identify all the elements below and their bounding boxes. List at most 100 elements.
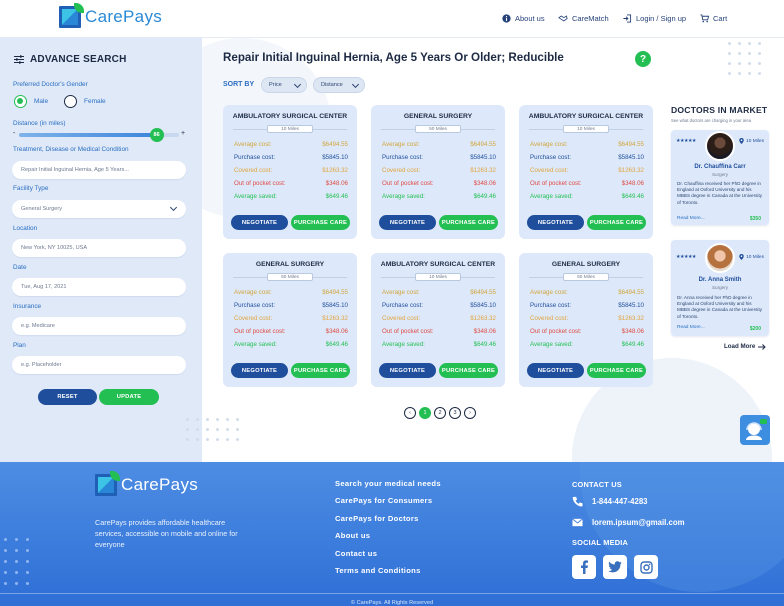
footer-link-contact[interactable]: Contact us (335, 549, 441, 558)
footer-link-search[interactable]: Search your medical needs (335, 479, 441, 488)
insurance-input[interactable]: e.g. Medicare (12, 317, 186, 335)
radio-male[interactable] (14, 95, 27, 108)
location-input[interactable]: New York, NY 10025, USA (12, 239, 186, 257)
pagination-page-2[interactable]: 2 (434, 407, 446, 419)
doctor-specialty: Surgery (711, 285, 729, 290)
doctor-card[interactable]: ★★★★★ 10 Miles Dr. Chauffina Carr Surger… (671, 130, 769, 225)
pagination-next-button[interactable]: › (464, 407, 476, 419)
cost-row-average: Average cost: $6494.55 (234, 289, 348, 296)
purchase-care-button[interactable]: PURCHASE CARE (291, 363, 350, 378)
pagination-page-3[interactable]: 3 (449, 407, 461, 419)
advance-search-label: ADVANCE SEARCH (30, 54, 127, 65)
reset-button[interactable]: RESET (38, 389, 97, 405)
purchase-care-button[interactable]: PURCHASE CARE (439, 215, 498, 230)
negotiate-button[interactable]: NEGOTIATE (379, 363, 436, 378)
nav-carematch[interactable]: CareMatch (558, 14, 609, 23)
twitter-icon[interactable] (603, 555, 627, 579)
cost-label: Purchase cost: (530, 154, 571, 161)
result-card[interactable]: AMBULATORY SURGICAL CENTER 10 Miles Averag… (371, 253, 505, 387)
support-agent-icon (746, 419, 767, 440)
negotiate-button[interactable]: NEGOTIATE (527, 215, 584, 230)
footer-logo[interactable]: CarePays (95, 471, 198, 496)
cost-label: Covered cost: (234, 315, 273, 322)
cost-value: $1263.32 (322, 167, 348, 174)
cost-label: Average cost: (530, 141, 568, 148)
cost-label: Out of pocket cost: (382, 328, 434, 335)
result-card[interactable]: GENERAL SURGERY 50 Miles Average cost: $649… (371, 105, 505, 239)
contact-email[interactable]: lorem.ipsum@gmail.com (572, 518, 685, 527)
contact-phone[interactable]: 1-844-447-4283 (572, 496, 685, 507)
card-title: AMBULATORY SURGICAL CENTER (528, 113, 644, 120)
pagination-prev-button[interactable]: ‹ (404, 407, 416, 419)
footer-link-about[interactable]: About us (335, 531, 441, 540)
purchase-care-button[interactable]: PURCHASE CARE (291, 215, 350, 230)
cost-label: Purchase cost: (530, 302, 571, 309)
cost-label: Out of pocket cost: (530, 180, 582, 187)
card-distance: 10 Miles (267, 125, 313, 133)
nav-login[interactable]: Login / Sign up (622, 14, 686, 23)
purchase-care-button[interactable]: PURCHASE CARE (587, 363, 646, 378)
nav-about-label: About us (515, 14, 545, 23)
footer-link-consumers[interactable]: CarePays for Consumers (335, 496, 441, 505)
brand-logo[interactable]: CarePays (59, 3, 162, 28)
purchase-care-button[interactable]: PURCHASE CARE (587, 215, 646, 230)
facebook-icon[interactable] (572, 555, 596, 579)
negotiate-button[interactable]: NEGOTIATE (379, 215, 436, 230)
cost-row-oop: Out of pocket cost: $348.06 (530, 328, 644, 335)
cost-row-purchase: Purchase cost: $5845.10 (530, 302, 644, 309)
nav-cart[interactable]: Cart (700, 14, 727, 23)
cost-value: $5845.10 (618, 154, 644, 161)
result-card[interactable]: GENERAL SURGERY 50 Miles Average cost: $649… (223, 253, 357, 387)
date-label: Date (13, 264, 27, 271)
location-pin-icon (739, 254, 744, 260)
cost-label: Average saved: (382, 341, 425, 348)
load-more-button[interactable]: Load More (724, 343, 767, 350)
instagram-icon[interactable] (634, 555, 658, 579)
card-title: GENERAL SURGERY (551, 261, 621, 268)
footer-divider (0, 593, 784, 594)
negotiate-button[interactable]: NEGOTIATE (231, 215, 288, 230)
result-card[interactable]: GENERAL SURGERY 50 Miles Average cost: $649… (519, 253, 653, 387)
negotiate-button[interactable]: NEGOTIATE (527, 363, 584, 378)
sort-by-label: SORT BY (223, 81, 255, 88)
nav-carematch-label: CareMatch (572, 14, 609, 23)
treatment-input[interactable]: Repair Initial Inguinal Hernia, Age 5 Ye… (12, 161, 186, 179)
date-input[interactable]: Tue, Aug 17, 2021 (12, 278, 186, 296)
cost-value: $5845.10 (470, 154, 496, 161)
support-chat-button[interactable] (740, 415, 770, 445)
copyright-text: © CarePays. All Rights Reserved (350, 600, 434, 606)
nav-about[interactable]: About us (502, 14, 545, 23)
update-button[interactable]: UPDATE (99, 389, 159, 405)
cost-value: $649.46 (473, 193, 496, 200)
help-icon[interactable]: ? (635, 51, 651, 67)
purchase-care-button[interactable]: PURCHASE CARE (439, 363, 498, 378)
plan-input[interactable]: e.g. Placeholder (12, 356, 186, 374)
distance-slider-knob[interactable]: 86 (149, 128, 164, 142)
distance-slider[interactable]: 86 (19, 128, 179, 142)
read-more-link[interactable]: Read More... (677, 325, 705, 330)
sort-price-select[interactable]: Price (261, 77, 307, 93)
gender-label: Preferred Doctor's Gender (13, 81, 88, 88)
pagination-page-1[interactable]: 1 (419, 407, 431, 419)
cost-label: Purchase cost: (382, 302, 423, 309)
result-card[interactable]: AMBULATORY SURGICAL CENTER 10 Miles Averag… (519, 105, 653, 239)
doctor-bio: Dr. Anna received her PhD degree in Engl… (677, 295, 763, 319)
sort-distance-select[interactable]: Distance (313, 77, 365, 93)
cost-label: Average cost: (382, 141, 420, 148)
read-more-link[interactable]: Read More... (677, 216, 705, 221)
cost-value: $5845.10 (322, 302, 348, 309)
footer-link-terms[interactable]: Terms and Conditions (335, 566, 441, 575)
negotiate-button[interactable]: NEGOTIATE (231, 363, 288, 378)
card-distance: 50 Miles (267, 273, 313, 281)
facility-select[interactable]: General Surgery (12, 200, 186, 218)
plan-label: Plan (13, 342, 26, 349)
cost-label: Covered cost: (234, 167, 273, 174)
footer-link-doctors[interactable]: CarePays for Doctors (335, 514, 441, 523)
doctor-name: Dr. Anna Smith (698, 277, 742, 283)
card-distance: 50 Miles (563, 273, 609, 281)
radio-female[interactable] (64, 95, 77, 108)
cost-row-oop: Out of pocket cost: $348.06 (382, 180, 496, 187)
insurance-placeholder: e.g. Medicare (21, 323, 55, 329)
doctor-card[interactable]: ★★★★★ 10 Miles Dr. Anna Smith Surgery Dr… (671, 240, 769, 336)
result-card[interactable]: AMBULATORY SURGICAL CENTER 10 Miles Averag… (223, 105, 357, 239)
